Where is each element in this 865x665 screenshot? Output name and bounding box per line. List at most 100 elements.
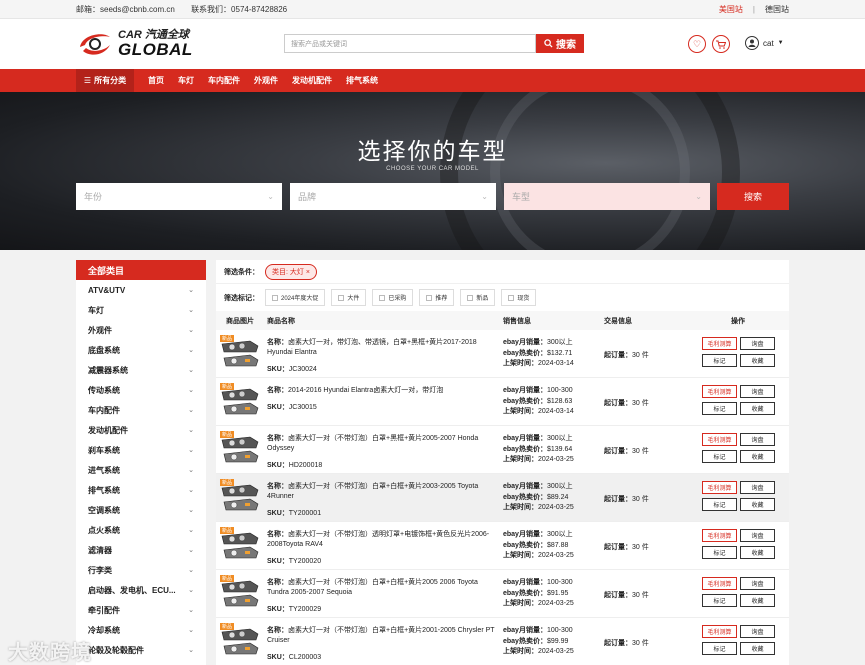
sidebar-item[interactable]: 进气系统 ⌄: [76, 460, 206, 480]
nav-engine[interactable]: 发动机配件: [292, 75, 332, 86]
product-name[interactable]: 名称：2014-2016 Hyundai Elantra卤素大灯一对，带灯泡: [267, 386, 495, 396]
chevron-down-icon[interactable]: ⌄: [188, 386, 194, 394]
chevron-down-icon[interactable]: ⌄: [188, 646, 194, 654]
inquiry-button[interactable]: 询盘: [740, 481, 775, 494]
user-menu[interactable]: cat ▼: [745, 36, 784, 50]
checkbox-icon[interactable]: [467, 294, 474, 301]
product-name[interactable]: 名称：卤素大灯一对（不带灯泡）白罩+黑框+黄片2005-2007 Honda O…: [267, 434, 495, 454]
filter-tag[interactable]: 推荐: [419, 289, 455, 306]
favorite-button[interactable]: 收藏: [740, 450, 775, 463]
checkbox-icon[interactable]: [338, 294, 345, 301]
site-de-link[interactable]: 德国站: [765, 4, 789, 15]
sidebar-item[interactable]: 车灯 ⌄: [76, 300, 206, 320]
favorite-button[interactable]: 收藏: [740, 546, 775, 559]
sidebar-item[interactable]: 发动机配件 ⌄: [76, 420, 206, 440]
mark-button[interactable]: 标记: [702, 594, 737, 607]
chevron-down-icon[interactable]: ⌄: [188, 406, 194, 414]
sidebar-item[interactable]: 牵引配件 ⌄: [76, 600, 206, 620]
sidebar-item[interactable]: 空调系统 ⌄: [76, 500, 206, 520]
inquiry-button[interactable]: 询盘: [740, 577, 775, 590]
product-name[interactable]: 名称：卤素大灯一对，带灯泡、带透镜，白罩+黑框+黄片2017-2018 Hyun…: [267, 338, 495, 358]
profit-calc-button[interactable]: 毛利测算: [702, 433, 737, 446]
profit-calc-button[interactable]: 毛利测算: [702, 529, 737, 542]
all-categories-button[interactable]: ☰ 所有分类: [76, 69, 134, 92]
chevron-down-icon[interactable]: ⌄: [188, 326, 194, 334]
inquiry-button[interactable]: 询盘: [740, 625, 775, 638]
filter-tag[interactable]: 已采购: [372, 289, 414, 306]
chevron-down-icon[interactable]: ⌄: [188, 486, 194, 494]
search-input[interactable]: 搜索产品或关键词: [284, 34, 536, 53]
sidebar-item[interactable]: 行李类 ⌄: [76, 560, 206, 580]
model-select[interactable]: 车型 ⌄: [504, 183, 710, 210]
filter-tag[interactable]: 现货: [501, 289, 537, 306]
sidebar-item[interactable]: 底盘系统 ⌄: [76, 340, 206, 360]
chevron-down-icon[interactable]: ⌄: [188, 606, 194, 614]
product-name[interactable]: 名称：卤素大灯一对（不带灯泡）白罩+白框+黄片2001-2005 Chrysle…: [267, 626, 495, 646]
product-name[interactable]: 名称：卤素大灯一对（不带灯泡）透明灯罩+电镀饰框+黄色反光片2006-2008T…: [267, 530, 495, 550]
mark-button[interactable]: 标记: [702, 450, 737, 463]
checkbox-icon[interactable]: [379, 294, 386, 301]
chevron-down-icon[interactable]: ⌄: [188, 306, 194, 314]
sidebar-item[interactable]: 车内配件 ⌄: [76, 400, 206, 420]
chevron-down-icon[interactable]: ⌄: [188, 426, 194, 434]
sidebar-item[interactable]: 外观件 ⌄: [76, 320, 206, 340]
chevron-down-icon[interactable]: ⌄: [188, 626, 194, 634]
product-name[interactable]: 名称：卤素大灯一对（不带灯泡）白罩+白框+黄片2003-2005 Toyota …: [267, 482, 495, 502]
inquiry-button[interactable]: 询盘: [740, 385, 775, 398]
filter-tag[interactable]: 新品: [460, 289, 496, 306]
sidebar-item[interactable]: 冷却系统 ⌄: [76, 620, 206, 640]
sidebar-item[interactable]: 轮毂及轮毂配件 ⌄: [76, 640, 206, 660]
inquiry-button[interactable]: 询盘: [740, 337, 775, 350]
chevron-down-icon[interactable]: ⌄: [188, 286, 194, 294]
inquiry-button[interactable]: 询盘: [740, 529, 775, 542]
profit-calc-button[interactable]: 毛利测算: [702, 577, 737, 590]
nav-home[interactable]: 首页: [148, 75, 164, 86]
site-us-link[interactable]: 美国站: [719, 4, 743, 15]
mark-button[interactable]: 标记: [702, 354, 737, 367]
nav-exhaust[interactable]: 排气系统: [346, 75, 378, 86]
year-select[interactable]: 年份 ⌄: [76, 183, 282, 210]
filter-chip[interactable]: 类目: 大灯 ×: [265, 263, 317, 280]
chevron-down-icon[interactable]: ⌄: [188, 346, 194, 354]
chevron-down-icon[interactable]: ⌄: [188, 586, 194, 594]
filter-tag[interactable]: 大件: [331, 289, 367, 306]
chevron-down-icon[interactable]: ⌄: [188, 526, 194, 534]
filter-tag[interactable]: 2024年度大促: [265, 289, 326, 306]
favorite-button[interactable]: 收藏: [740, 354, 775, 367]
nav-exterior[interactable]: 外观件: [254, 75, 278, 86]
sidebar-item[interactable]: 启动器、发电机、ECU... ⌄: [76, 580, 206, 600]
chevron-down-icon[interactable]: ⌄: [188, 446, 194, 454]
checkbox-icon[interactable]: [426, 294, 433, 301]
sidebar-item[interactable]: 排气系统 ⌄: [76, 480, 206, 500]
chevron-down-icon[interactable]: ⌄: [188, 506, 194, 514]
chevron-down-icon[interactable]: ⌄: [188, 566, 194, 574]
product-name[interactable]: 名称：卤素大灯一对（不带灯泡）白罩+白框+黄片2005 2006 Toyota …: [267, 578, 495, 598]
mark-button[interactable]: 标记: [702, 642, 737, 655]
chevron-down-icon[interactable]: ⌄: [188, 366, 194, 374]
search-button[interactable]: 搜索: [536, 34, 584, 53]
checkbox-icon[interactable]: [272, 294, 278, 301]
mark-button[interactable]: 标记: [702, 402, 737, 415]
nav-interior[interactable]: 车内配件: [208, 75, 240, 86]
mark-button[interactable]: 标记: [702, 546, 737, 559]
favorite-button[interactable]: 收藏: [740, 594, 775, 607]
brand-select[interactable]: 品牌 ⌄: [290, 183, 496, 210]
profit-calc-button[interactable]: 毛利测算: [702, 385, 737, 398]
sidebar-item[interactable]: ATV&UTV ⌄: [76, 280, 206, 300]
sidebar-item[interactable]: 滤清器 ⌄: [76, 540, 206, 560]
inquiry-button[interactable]: 询盘: [740, 433, 775, 446]
favorites-heart-icon[interactable]: ♡: [688, 35, 706, 53]
profit-calc-button[interactable]: 毛利测算: [702, 625, 737, 638]
chevron-down-icon[interactable]: ⌄: [188, 466, 194, 474]
chevron-down-icon[interactable]: ⌄: [188, 546, 194, 554]
profit-calc-button[interactable]: 毛利测算: [702, 337, 737, 350]
sidebar-item[interactable]: 刹车系统 ⌄: [76, 440, 206, 460]
logo[interactable]: CAR 汽通全球 GLOBAL: [76, 29, 286, 59]
sidebar-item[interactable]: 减震器系统 ⌄: [76, 360, 206, 380]
close-icon[interactable]: ×: [306, 269, 310, 276]
checkbox-icon[interactable]: [508, 294, 515, 301]
favorite-button[interactable]: 收藏: [740, 402, 775, 415]
cart-icon[interactable]: [712, 35, 730, 53]
nav-lights[interactable]: 车灯: [178, 75, 194, 86]
sidebar-item[interactable]: 点火系统 ⌄: [76, 520, 206, 540]
